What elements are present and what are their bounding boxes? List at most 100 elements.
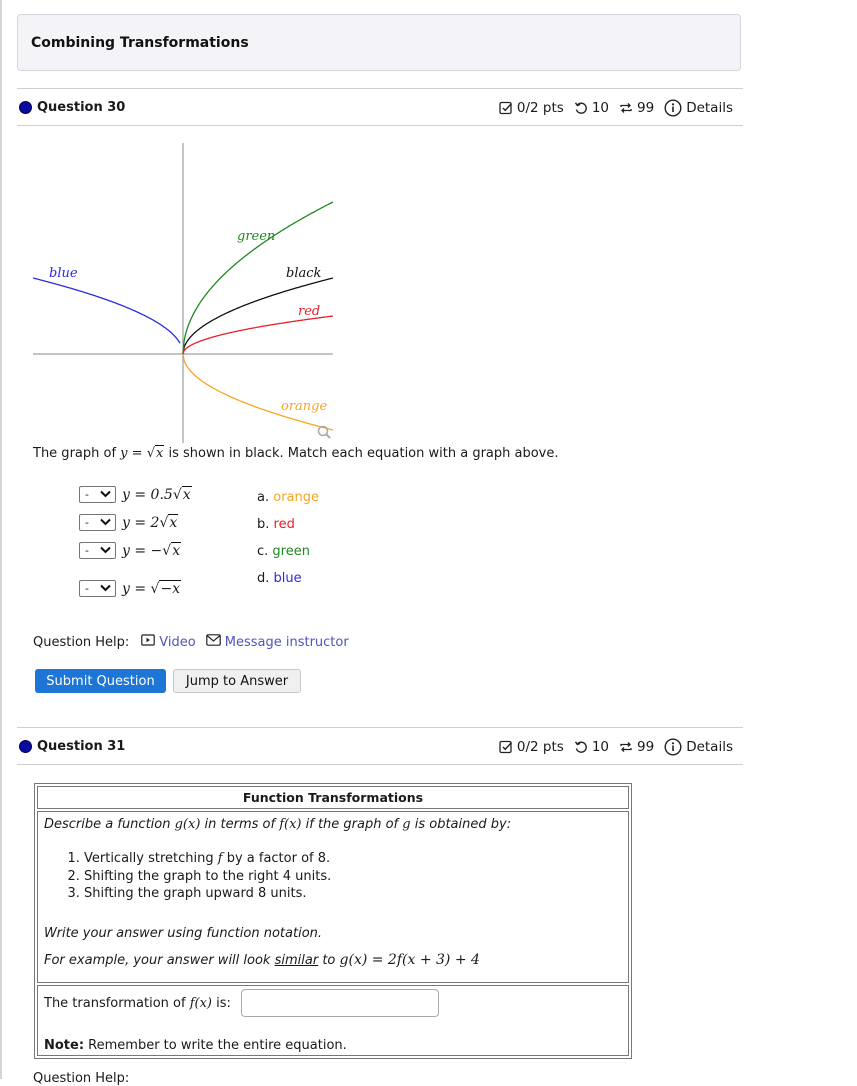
- retries-value: 10: [591, 100, 609, 116]
- question-help-label: Question Help:: [33, 634, 130, 650]
- checkbox-score-icon: [499, 101, 513, 115]
- jump-to-answer-button[interactable]: Jump to Answer: [173, 669, 301, 693]
- question-30-help: Question Help: Video Message instructor: [33, 634, 349, 650]
- equation-prefix: y =: [122, 580, 151, 597]
- select-value: -: [85, 544, 89, 557]
- sqrt-symbol: √x: [162, 541, 182, 559]
- graph-match-select[interactable]: -: [79, 514, 116, 531]
- equation-radicand: −x: [159, 579, 182, 597]
- note-text: Note: Remember to write the entire equat…: [44, 1038, 347, 1053]
- select-value: -: [85, 516, 89, 529]
- transformation-steps: Vertically stretching f by a factor of 8…: [44, 850, 622, 903]
- answer-option: c. green: [257, 544, 310, 559]
- transformation-answer-input[interactable]: [241, 989, 439, 1017]
- table-title: Function Transformations: [37, 786, 629, 809]
- answer-option: a. orange: [257, 490, 319, 505]
- equation: y = 2√x: [122, 513, 179, 531]
- graph-match-select[interactable]: -: [79, 580, 116, 597]
- step-item: Shifting the graph upward 8 units.: [84, 885, 622, 903]
- option-color-label: blue: [273, 571, 302, 586]
- describe-part: is obtained by:: [410, 817, 512, 832]
- step-text: Shifting the graph upward 8 units.: [84, 886, 307, 901]
- example-text: For example, your answer will look simil…: [44, 952, 622, 968]
- graph-label-orange: orange: [281, 399, 327, 414]
- select-value: -: [85, 582, 89, 595]
- chevron-down-icon: [100, 582, 111, 595]
- question-31-meta: 0/2 pts 10 99 Details: [499, 738, 733, 756]
- page-left-border: [0, 0, 2, 1079]
- question-status-dot: [19, 101, 32, 114]
- equation-radicand: x: [168, 513, 179, 531]
- answer-label: The transformation of f(x) is:: [44, 996, 231, 1011]
- example-math: g(x) = 2f(x + 3) + 4: [339, 951, 480, 968]
- note-body: Remember to write the entire equation.: [84, 1038, 347, 1053]
- mail-icon: [205, 634, 221, 650]
- details-link[interactable]: Details: [686, 100, 733, 116]
- function-transformations-table: Function Transformations Describe a func…: [34, 783, 632, 1059]
- answer-label-part: is:: [212, 996, 231, 1011]
- retries-value: 10: [591, 739, 609, 755]
- match-row: - y = 2√x: [79, 513, 179, 531]
- question-30-title: Question 30: [37, 100, 126, 115]
- info-icon[interactable]: [664, 738, 682, 756]
- chevron-down-icon: [100, 488, 111, 501]
- points-value: 0/2 pts: [516, 739, 564, 755]
- answer-cell: The transformation of f(x) is: Note: Rem…: [37, 985, 629, 1056]
- describe-part: Describe a function: [44, 817, 175, 832]
- details-link[interactable]: Details: [686, 739, 733, 755]
- answer-option: d. blue: [257, 571, 302, 586]
- curve-blue: [32, 277, 181, 344]
- prompt-math: y = √x: [120, 445, 165, 461]
- question-31-description: Describe a function g(x) in terms of f(x…: [37, 811, 629, 983]
- answer-label-math: f(x): [189, 996, 213, 1011]
- points-value: 0/2 pts: [516, 100, 564, 116]
- question-31-header: Question 31 0/2 pts 10 99 Details: [17, 727, 743, 765]
- equation-prefix: y = 2: [122, 514, 160, 531]
- attempts-value: 99: [637, 100, 655, 116]
- graph-match-select[interactable]: -: [79, 486, 116, 503]
- attempts-value: 99: [637, 739, 655, 755]
- video-link[interactable]: Video: [159, 635, 195, 650]
- answer-option: b. red: [257, 517, 295, 532]
- sqrt-symbol: √x: [172, 485, 192, 503]
- sqrt-symbol: √x: [159, 513, 179, 531]
- step-text: by a factor of 8.: [222, 851, 331, 866]
- example-underlined: similar: [274, 952, 319, 968]
- question-30-prompt: The graph of y = √x is shown in black. M…: [33, 445, 559, 461]
- attempts-repeat-icon: [619, 740, 633, 754]
- example-part: to: [318, 952, 340, 968]
- sqrt-transformations-graph: green blue black red orange: [32, 143, 334, 443]
- graph-match-select[interactable]: -: [79, 542, 116, 559]
- equation: y = √−x: [122, 579, 182, 597]
- option-color-label: orange: [273, 490, 320, 505]
- chevron-down-icon: [100, 544, 111, 557]
- step-item: Vertically stretching f by a factor of 8…: [84, 850, 622, 868]
- question-status-dot: [19, 740, 32, 753]
- describe-part: in terms of: [200, 817, 280, 832]
- submit-question-button[interactable]: Submit Question: [35, 669, 166, 693]
- describe-text: Describe a function g(x) in terms of f(x…: [44, 817, 622, 832]
- retry-icon: [574, 101, 588, 115]
- attempts-repeat-icon: [619, 101, 633, 115]
- match-row: - y = 0.5√x: [79, 485, 192, 503]
- step-text: Vertically stretching: [84, 851, 218, 866]
- match-row: - y = −√x: [79, 541, 182, 559]
- math-g-of-x: g(x): [174, 817, 201, 832]
- info-icon[interactable]: [664, 99, 682, 117]
- question-30-meta: 0/2 pts 10 99 Details: [499, 99, 733, 117]
- option-color-label: red: [273, 517, 295, 532]
- graph-label-blue: blue: [49, 266, 78, 281]
- graph-label-green: green: [237, 229, 275, 244]
- message-instructor-link[interactable]: Message instructor: [225, 635, 349, 650]
- describe-part: if the graph of: [301, 817, 403, 832]
- match-row: - y = √−x: [79, 579, 182, 597]
- checkbox-score-icon: [499, 740, 513, 754]
- answer-label-part: The transformation of: [44, 996, 190, 1011]
- select-value: -: [85, 488, 89, 501]
- option-letter: b.: [257, 517, 270, 532]
- step-item: Shifting the graph to the right 4 units.: [84, 868, 622, 886]
- graph-label-black: black: [286, 266, 322, 281]
- assignment-title-box: Combining Transformations: [17, 14, 741, 71]
- video-icon: [141, 634, 156, 650]
- assignment-title: Combining Transformations: [31, 35, 249, 51]
